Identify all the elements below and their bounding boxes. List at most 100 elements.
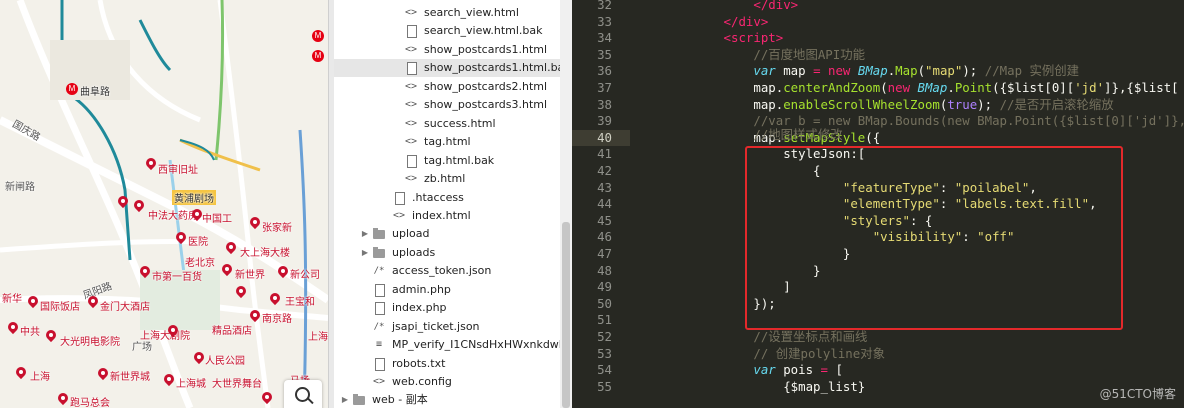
tree-file[interactable]: index.php <box>334 299 560 317</box>
code-line[interactable]: var pois = [ <box>634 362 843 379</box>
map-view[interactable]: M M M 曲阜路 国庆路 西审旧址 新闸路 黄浦剧场 中法大药房 中国工 张家… <box>0 0 328 408</box>
code-line[interactable]: ] <box>634 279 790 296</box>
metro-station-icon[interactable]: M <box>312 30 324 42</box>
map-pin-icon[interactable] <box>236 286 246 298</box>
code-line[interactable]: var map = new BMap.Map("map"); //Map 实例创… <box>634 63 1079 80</box>
map-pin-icon[interactable] <box>168 325 178 337</box>
tree-folder[interactable]: ▶ web - 副本 <box>334 391 560 408</box>
tree-file[interactable]: .htaccess <box>334 189 560 207</box>
line-number: 49 <box>572 279 634 296</box>
map-pin-icon[interactable] <box>194 352 204 364</box>
map-pin-icon[interactable] <box>28 296 38 308</box>
code-editor[interactable]: 32 33 34 35 36 37 38 39 40 41 42 43 44 45 46 47 48 49 50 51… <box>572 0 1184 408</box>
code-line[interactable]: } <box>634 263 820 280</box>
map-label: 上海城 <box>176 379 206 390</box>
tree-folder[interactable]: ▶ upload <box>334 225 560 243</box>
map-pin-icon[interactable] <box>250 310 260 322</box>
code-line[interactable]: map.enableScrollWheelZoom(true); //是否开启滚… <box>634 96 1113 114</box>
code-token: Map <box>895 63 918 79</box>
expand-arrow-icon[interactable]: ▶ <box>358 225 372 243</box>
tree-scrollbar[interactable] <box>560 0 572 408</box>
code-token: > <box>775 30 784 46</box>
map-label: 新公司 <box>290 270 320 281</box>
code-line[interactable]: </div> <box>634 0 798 14</box>
tree-file[interactable]: <> success.html <box>334 115 560 133</box>
map-pin-icon[interactable] <box>278 266 288 278</box>
tree-file[interactable]: <> index.html <box>334 207 560 225</box>
tree-file[interactable]: search_view.html.bak <box>334 22 560 40</box>
map-pin-icon[interactable] <box>140 266 150 278</box>
expand-arrow-icon[interactable]: ▶ <box>358 244 372 262</box>
tree-file[interactable]: <> show_postcards3.html <box>334 96 560 114</box>
tree-item-label: show_postcards2.html <box>424 79 548 93</box>
tree-folder[interactable]: ▶ uploads <box>334 244 560 262</box>
code-line[interactable]: <script> <box>634 30 784 47</box>
tree-file[interactable]: /* jsapi_ticket.json <box>334 318 560 336</box>
map-pin-icon[interactable] <box>146 158 156 170</box>
line-number: 48 <box>572 263 634 280</box>
metro-station-icon[interactable]: M <box>312 50 324 62</box>
tree-item-label: .htaccess <box>412 190 464 204</box>
map-pin-icon[interactable] <box>16 367 26 379</box>
tree-file[interactable]: <> tag.html <box>334 133 560 151</box>
tree-file[interactable]: /* access_token.json <box>334 262 560 280</box>
code-token: , <box>1089 196 1097 212</box>
code-line[interactable]: "visibility": "off" <box>634 229 1015 246</box>
file-icon <box>372 281 386 299</box>
scrollbar-thumb[interactable] <box>562 222 570 408</box>
code-line[interactable]: } <box>634 246 850 263</box>
map-pin-icon[interactable] <box>134 200 144 212</box>
code-line[interactable]: "elementType": "labels.text.fill", <box>634 196 1097 213</box>
tree-file[interactable]: robots.txt <box>334 355 560 373</box>
code-line[interactable]: //设置坐标点和画线 <box>634 329 867 346</box>
code-line[interactable]: }); <box>634 296 775 313</box>
map-pin-icon[interactable] <box>226 242 236 254</box>
code-token: var <box>753 63 776 79</box>
tree-file[interactable]: admin.php <box>334 281 560 299</box>
map-pin-icon[interactable] <box>46 330 56 342</box>
code-line[interactable]: styleJson:[ <box>634 146 865 163</box>
line-number-text: 37 <box>597 80 612 95</box>
code-line[interactable]: "featureType": "poilabel", <box>634 180 1037 197</box>
tree-item-label: tag.html <box>424 135 471 149</box>
map-search-button[interactable] <box>284 380 322 408</box>
map-pin-icon[interactable] <box>222 264 232 276</box>
map-pin-icon[interactable] <box>192 209 202 221</box>
folder-icon <box>372 244 386 262</box>
line-number: 54 <box>572 362 634 379</box>
map-pin-icon[interactable] <box>98 368 108 380</box>
map-pin-icon[interactable] <box>250 217 260 229</box>
metro-station-icon[interactable]: M <box>66 83 78 95</box>
tree-file[interactable]: <> show_postcards2.html <box>334 78 560 96</box>
map-pin-icon[interactable] <box>262 392 272 404</box>
code-line[interactable]: // 创建polyline对象 <box>634 346 885 363</box>
map-pin-icon[interactable] <box>270 293 280 305</box>
file-icon <box>372 299 386 317</box>
tree-file[interactable]: tag.html.bak <box>334 152 560 170</box>
tree-file[interactable]: show_postcards1.html.bak <box>334 59 560 78</box>
code-token: //设置坐标点和画线 <box>634 329 868 344</box>
tree-file[interactable]: <> search_view.html <box>334 4 560 22</box>
code-line[interactable]: </div> <box>634 14 769 31</box>
map-pin-icon[interactable] <box>176 232 186 244</box>
code-line[interactable]: { <box>634 163 820 180</box>
map-pin-icon[interactable] <box>58 393 68 405</box>
map-pin-icon[interactable] <box>118 196 128 208</box>
search-icon-handle <box>307 397 314 405</box>
map-pin-icon[interactable] <box>164 374 174 386</box>
tree-file[interactable]: <> show_postcards1.html <box>334 41 560 59</box>
map-label: 上海 <box>30 372 50 383</box>
code-line[interactable]: //地图样式修改 <box>634 127 842 144</box>
map-pin-icon[interactable] <box>88 296 98 308</box>
tree-file[interactable]: <> zb.html <box>334 170 560 188</box>
code-line[interactable]: map.centerAndZoom(new BMap.Point({$list[… <box>634 80 1178 97</box>
tree-file[interactable]: <> web.config <box>334 373 560 391</box>
code-token: enableScrollWheelZoom <box>783 96 940 112</box>
code-line[interactable]: "stylers": { <box>634 213 933 230</box>
tree-file[interactable]: ≡ MP_verify_I1CNsdHxHWxnkdwR <box>334 336 560 354</box>
code-line[interactable]: //百度地图API功能 <box>634 47 865 64</box>
expand-arrow-icon[interactable]: ▶ <box>338 391 352 408</box>
code-line[interactable]: {$map_list} <box>634 379 865 396</box>
map-pin-icon[interactable] <box>8 322 18 334</box>
